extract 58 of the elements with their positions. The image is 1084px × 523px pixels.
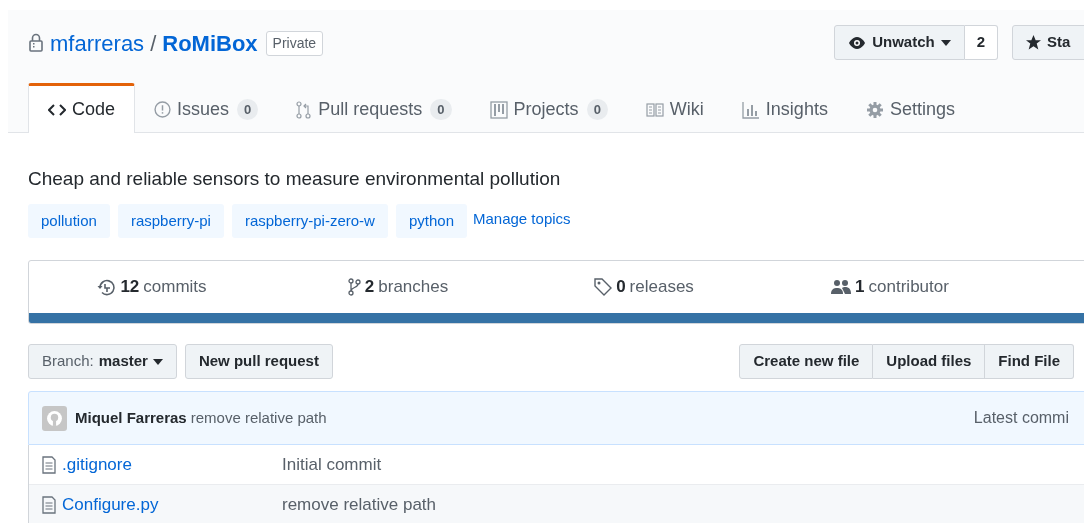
repo-tab[interactable]: Projects 0: [470, 83, 627, 133]
repo-tab[interactable]: Code: [28, 83, 136, 133]
topic-tag[interactable]: python: [395, 203, 467, 238]
people-icon: [831, 279, 852, 295]
topic-tag[interactable]: raspberry-pi-zero-w: [231, 203, 388, 238]
avatar-icon: [42, 405, 67, 431]
count-badge: 0: [237, 98, 259, 121]
file-icon: [42, 495, 56, 514]
history-icon: [97, 278, 117, 296]
stat-link[interactable]: 2 branches: [347, 274, 449, 300]
manage-topics-link[interactable]: Manage topics: [473, 208, 571, 234]
pull-request-icon: [296, 100, 313, 119]
branch-dropdown[interactable]: Branch: master: [28, 344, 177, 379]
watchers-count[interactable]: 2: [964, 25, 998, 60]
path-separator: /: [150, 29, 157, 58]
commit-author[interactable]: Miquel Farreras: [75, 406, 187, 430]
commit-message-link[interactable]: Initial commit: [282, 451, 382, 478]
file-link[interactable]: Configure.py: [62, 491, 282, 518]
star-icon: [1026, 35, 1041, 50]
latest-commit-label: Latest commi: [973, 408, 1069, 428]
eye-icon: [848, 36, 867, 49]
branch-icon: [347, 278, 361, 296]
topic-tag[interactable]: raspberry-pi: [117, 203, 224, 238]
count-badge: 0: [430, 98, 452, 121]
repo-tab[interactable]: Issues 0: [135, 83, 278, 133]
file-action-button[interactable]: Find File: [985, 344, 1074, 379]
project-board-icon: [489, 100, 508, 119]
repo-name-link[interactable]: RoMiBox: [162, 26, 258, 60]
private-label: Private: [265, 30, 324, 56]
file-icon: [42, 455, 56, 474]
repo-tab[interactable]: Settings: [846, 83, 974, 133]
code-icon: [48, 103, 66, 116]
caret-icon: [152, 358, 163, 365]
star-button[interactable]: Sta: [1012, 25, 1084, 60]
tag-icon: [594, 278, 613, 296]
topic-tag[interactable]: pollution: [28, 203, 110, 238]
repo-description: Cheap and reliable sensors to measure environmental pollution: [28, 167, 562, 191]
bar-graph-icon: [741, 100, 760, 119]
count-badge: 0: [586, 98, 608, 121]
repo-tab[interactable]: Insights: [722, 83, 847, 133]
stat-link[interactable]: 12 commits: [97, 274, 207, 300]
file-action-button[interactable]: Upload files: [873, 344, 986, 379]
commit-message-link[interactable]: remove relative path: [282, 491, 437, 518]
file-action-button[interactable]: Create new file: [739, 344, 874, 379]
owner-link[interactable]: mfarreras: [50, 26, 145, 60]
issue-icon: [154, 101, 172, 118]
settings-icon: [865, 100, 884, 119]
commit-message[interactable]: remove relative path: [190, 406, 327, 430]
book-icon: [645, 102, 664, 117]
unwatch-button[interactable]: Unwatch: [834, 25, 965, 60]
new-pull-request-button[interactable]: New pull request: [184, 344, 333, 379]
stat-link[interactable]: 0 releases: [594, 274, 694, 300]
repo-tab[interactable]: Pull requests 0: [277, 83, 471, 133]
lock-icon: [28, 33, 44, 53]
caret-icon: [940, 39, 951, 46]
repo-tab[interactable]: Wiki: [626, 83, 723, 133]
stat-link[interactable]: 1 contributor: [831, 274, 949, 300]
file-link[interactable]: .gitignore: [62, 451, 282, 478]
